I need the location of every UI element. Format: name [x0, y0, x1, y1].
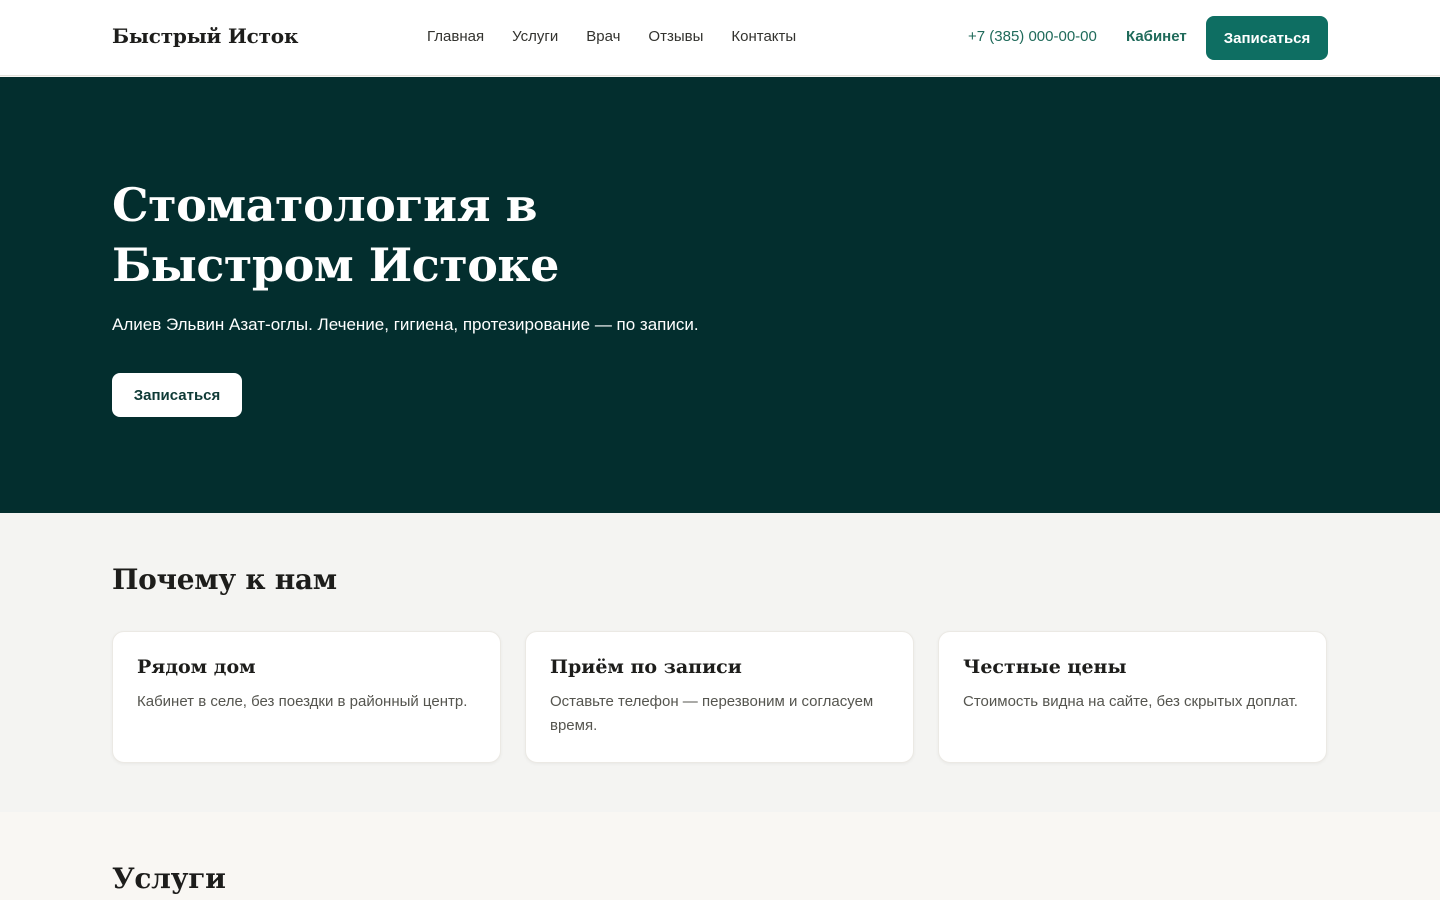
hero-subtitle: Алиев Эльвин Азат-оглы. Лечение, гигиена… — [112, 315, 699, 334]
cabinet-link[interactable]: Кабинет — [1126, 28, 1187, 45]
nav-link-contacts[interactable]: Контакты — [731, 28, 796, 45]
card-title: Честные цены — [963, 656, 1127, 678]
services-title: Услуги — [112, 862, 226, 895]
card-text: Стоимость видна на сайте, без скрытых до… — [963, 693, 1298, 710]
hero-title: Стоматология в Быстром Истоке — [112, 178, 559, 292]
nav-link-reviews[interactable]: Отзывы — [648, 28, 703, 45]
feature-card-nearby: Рядом дом Кабинет в селе, без поездки в … — [112, 631, 501, 763]
brand-logo[interactable]: Быстрый Исток — [112, 24, 298, 48]
header-signup-button[interactable]: Записаться — [1206, 16, 1328, 60]
phone-link[interactable]: +7 (385) 000-00-00 — [968, 28, 1097, 45]
main-nav: Главная Услуги Врач Отзывы Контакты — [427, 28, 796, 45]
nav-link-home[interactable]: Главная — [427, 28, 484, 45]
hero-section: Стоматология в Быстром Истоке Алиев Эльв… — [0, 77, 1440, 513]
card-title: Рядом дом — [137, 656, 256, 678]
card-text: Оставьте телефон — перезвоним и согласуе… — [550, 693, 874, 734]
card-text: Кабинет в селе, без поездки в районный ц… — [137, 693, 468, 710]
feature-card-prices: Честные цены Стоимость видна на сайте, б… — [938, 631, 1327, 763]
site-header: Быстрый Исток Главная Услуги Врач Отзывы… — [0, 0, 1440, 76]
feature-card-appointment: Приём по записи Оставьте телефон — перез… — [525, 631, 914, 763]
why-us-cards: Рядом дом Кабинет в селе, без поездки в … — [112, 631, 1327, 763]
hero-signup-button[interactable]: Записаться — [112, 373, 242, 417]
why-us-section: Почему к нам Рядом дом Кабинет в селе, б… — [0, 513, 1440, 812]
card-title: Приём по записи — [550, 656, 742, 678]
nav-link-services[interactable]: Услуги — [512, 28, 558, 45]
why-us-title: Почему к нам — [112, 563, 337, 596]
nav-link-doctor[interactable]: Врач — [586, 28, 620, 45]
services-section: Услуги — [0, 812, 1440, 900]
